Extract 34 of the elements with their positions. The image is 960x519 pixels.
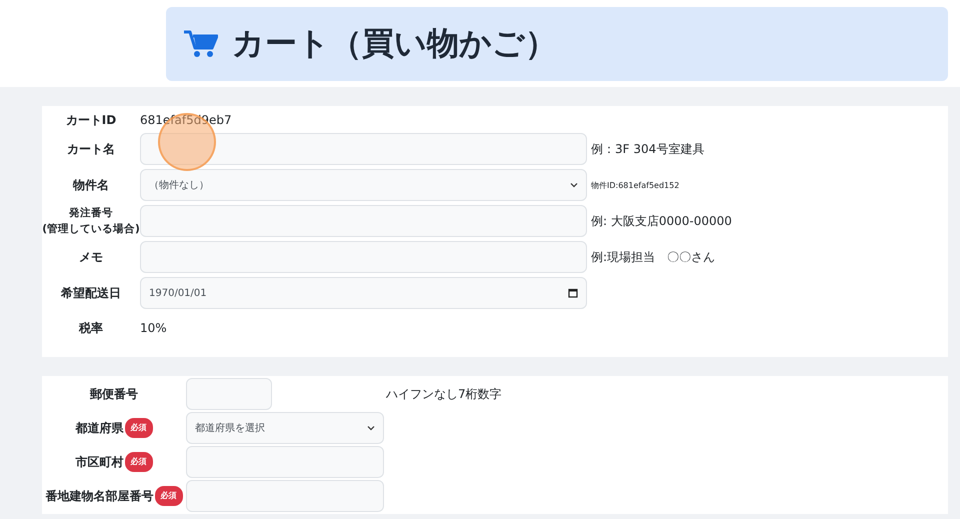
field-label: 市区町村 — [76, 454, 124, 470]
field-label: 物件名 — [72, 177, 110, 193]
hint-text: ハイフンなし7桁数字 — [386, 386, 502, 402]
input-field[interactable] — [186, 480, 384, 512]
hint-text: 物件ID:681efaf5ed152 — [591, 180, 680, 190]
field-label: 都道府県 — [76, 420, 124, 436]
input-field[interactable] — [140, 133, 587, 165]
field-label: 発注番号 (管理している場合) — [42, 206, 140, 237]
required-badge: 必須 — [154, 486, 182, 506]
date-field[interactable]: 1970/01/01 — [140, 277, 587, 309]
cart-icon — [184, 30, 218, 58]
field-label: カートID — [64, 112, 118, 128]
calendar-icon — [568, 288, 578, 298]
input-field[interactable] — [140, 241, 587, 273]
page-title: カート（買い物かご） — [232, 22, 557, 64]
field-label: 希望配送日 — [60, 285, 122, 301]
select-field[interactable]: （物件なし） — [140, 169, 587, 201]
chevron-down-icon — [570, 182, 578, 188]
hint-text: 例: 大阪支店0000-00000 — [591, 212, 732, 230]
field-label: カート名 — [66, 141, 116, 157]
field-label: メモ — [78, 249, 104, 265]
input-field[interactable] — [140, 205, 587, 237]
field-label: 郵便番号 — [90, 386, 138, 402]
required-badge: 必須 — [124, 452, 152, 472]
hint-text: 例:現場担当 〇〇さん — [591, 248, 716, 266]
input-field[interactable] — [186, 378, 272, 410]
select-field[interactable]: 都道府県を選択 — [186, 412, 384, 444]
field-label: 税率 — [78, 320, 104, 336]
hint-text: 例：3F 304号室建具 — [591, 140, 704, 158]
required-badge: 必須 — [124, 418, 152, 438]
field-label: 番地建物名部屋番号 — [46, 488, 154, 504]
input-field[interactable] — [186, 446, 384, 478]
field-value: 10% — [140, 320, 167, 337]
chevron-down-icon — [367, 425, 375, 431]
